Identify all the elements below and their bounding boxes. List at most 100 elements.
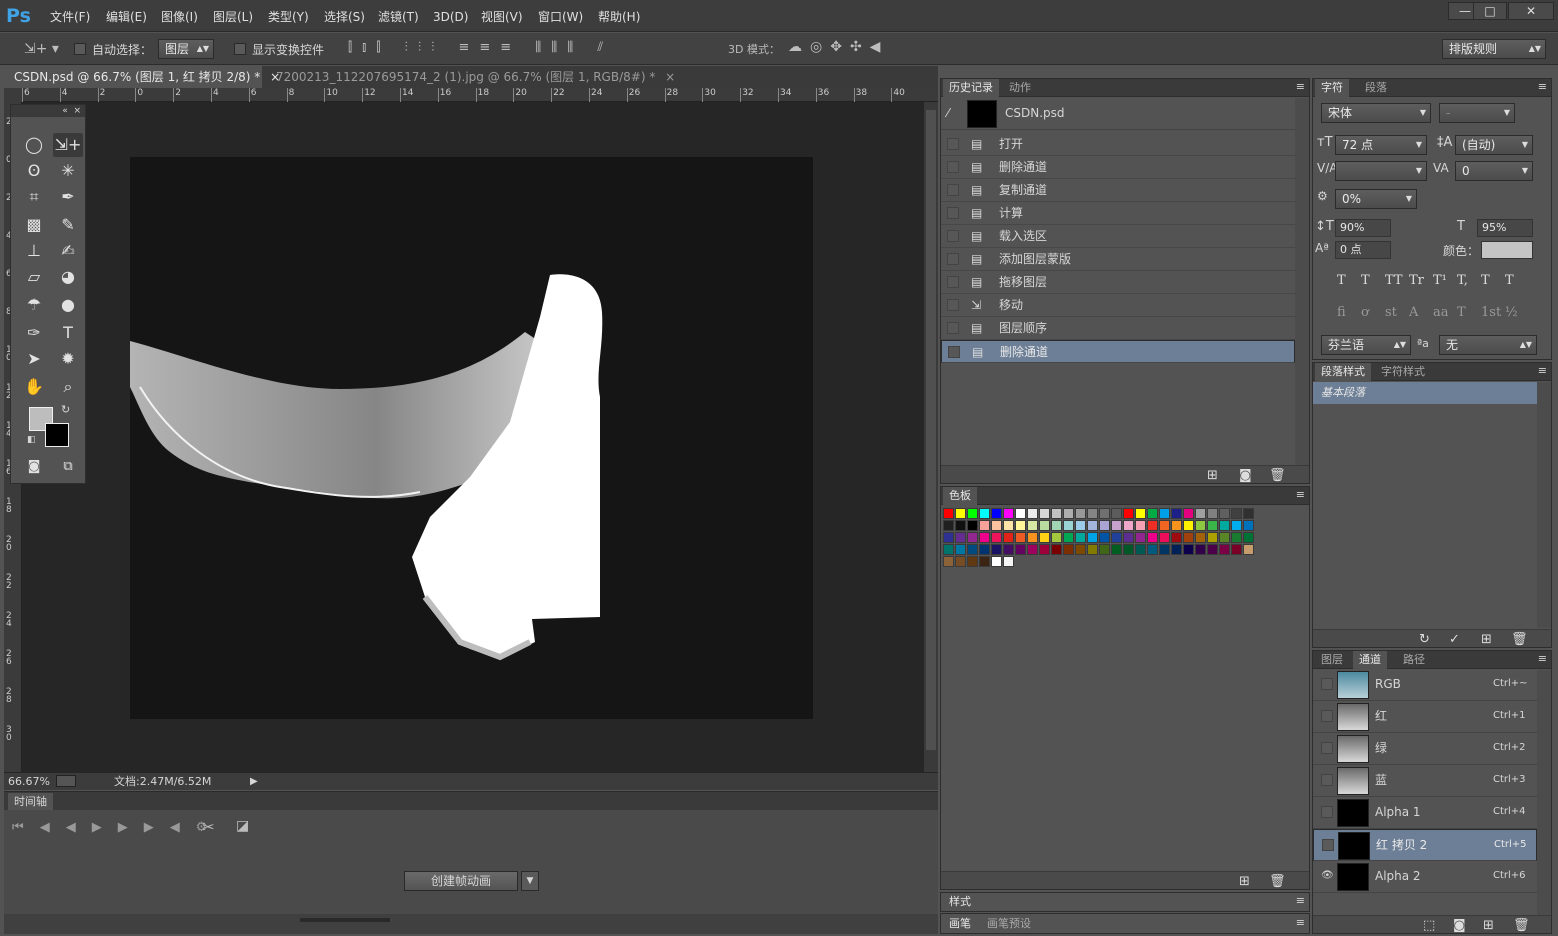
history-checkbox[interactable] [947, 230, 959, 242]
menu-select[interactable]: 选择(S) [324, 8, 365, 26]
color-swatch[interactable] [967, 520, 978, 531]
history-item[interactable]: ▤ 添加图层蒙版 [941, 248, 1295, 271]
color-swatch[interactable] [1231, 508, 1242, 519]
type-style-button[interactable]: T [1337, 273, 1346, 288]
maximize-button[interactable]: □ [1473, 2, 1507, 20]
vertical-scale-field[interactable]: 90% [1335, 219, 1391, 237]
color-swatch[interactable] [1051, 544, 1062, 555]
type-style-button[interactable]: T¹ [1433, 273, 1447, 288]
panel-menu-icon[interactable]: ≡ [1296, 80, 1305, 93]
color-swatch[interactable] [1207, 532, 1218, 543]
color-swatch[interactable] [1123, 520, 1134, 531]
color-swatch[interactable] [1183, 520, 1194, 531]
color-swatch[interactable] [1099, 544, 1110, 555]
color-swatch[interactable] [1039, 508, 1050, 519]
tab-brush[interactable]: 画笔 [943, 915, 977, 933]
color-swatch[interactable] [967, 544, 978, 555]
channel-row[interactable]: 红 Ctrl+1 [1313, 701, 1537, 733]
color-swatch[interactable] [991, 544, 1002, 555]
brush-source-icon[interactable]: ⁄ [947, 106, 949, 120]
opentype-button[interactable]: st [1385, 305, 1397, 320]
create-frame-animation-button[interactable]: 创建帧动画 [404, 871, 518, 891]
opentype-button[interactable]: T [1457, 305, 1466, 320]
eyedropper-tool-icon[interactable]: ✒ [53, 185, 83, 209]
scissors-icon[interactable]: ✂ [202, 818, 215, 836]
text-color-swatch[interactable] [1481, 241, 1533, 259]
type-style-button[interactable]: T [1361, 273, 1370, 288]
color-swatch[interactable] [1171, 520, 1182, 531]
tab-character[interactable]: 字符 [1315, 79, 1349, 97]
language-dropdown[interactable]: 芬兰语 ▲▼ [1321, 335, 1411, 355]
font-family-dropdown[interactable]: 宋体 ▼ [1321, 103, 1431, 123]
opentype-button[interactable]: 1st [1481, 305, 1501, 320]
menu-3d[interactable]: 3D(D) [433, 8, 468, 26]
shape-tool-icon[interactable]: ✹ [53, 347, 83, 371]
visibility-toggle[interactable] [1321, 678, 1333, 690]
font-size-field[interactable]: 72 点 ▼ [1335, 135, 1427, 155]
pen-tool-icon[interactable]: ✑ [19, 321, 49, 345]
sharing-icon[interactable] [56, 775, 76, 787]
crop-tool-icon[interactable]: ⌗ [19, 185, 49, 209]
baseline-field[interactable]: 0 点 [1335, 241, 1391, 259]
tab-csdn-psd[interactable]: CSDN.psd @ 66.7% (图层 1, 红 拷贝 2/8) * × [0, 66, 280, 88]
color-swatch[interactable] [1087, 532, 1098, 543]
color-swatch[interactable] [1087, 520, 1098, 531]
timeline-controls[interactable]: ⏮◀◀▶▶▶◀⚙ [12, 820, 223, 835]
history-brush-tool-icon[interactable]: ✍ [53, 239, 83, 263]
color-swatch[interactable] [943, 532, 954, 543]
channel-row[interactable]: 👁 Alpha 2 Ctrl+6 [1313, 861, 1537, 893]
color-swatch[interactable] [979, 508, 990, 519]
color-swatch[interactable] [1135, 532, 1146, 543]
menu-help[interactable]: 帮助(H) [598, 8, 640, 26]
color-swatch[interactable] [1219, 544, 1230, 555]
check-icon[interactable]: ✓ [1449, 632, 1460, 647]
camera-icon[interactable]: ◙ [1239, 468, 1252, 483]
auto-select-dropdown[interactable]: 图层 ▲▼ [158, 39, 214, 59]
magic-wand-tool-icon[interactable]: ✳ [53, 159, 83, 183]
color-swatch[interactable] [991, 520, 1002, 531]
color-swatch[interactable] [1207, 544, 1218, 555]
color-swatch[interactable] [1219, 532, 1230, 543]
chevron-down-icon[interactable]: ▼ [521, 871, 539, 891]
panel-menu-icon[interactable]: ≡ [1296, 894, 1305, 907]
type-style-button[interactable]: T [1481, 273, 1490, 288]
quick-mask-icon[interactable]: ◙ [19, 455, 49, 479]
document-canvas[interactable] [130, 157, 813, 719]
reset-icon[interactable]: ↻ [1419, 632, 1430, 647]
type-tool-icon[interactable]: T [53, 321, 83, 345]
color-swatch[interactable] [1147, 532, 1158, 543]
trash-icon[interactable]: 🗑 [1269, 874, 1286, 889]
channel-row[interactable]: RGB Ctrl+~ [1313, 669, 1537, 701]
color-swatch[interactable] [1063, 520, 1074, 531]
color-swatch[interactable] [1123, 532, 1134, 543]
color-swatch[interactable] [1195, 508, 1206, 519]
color-swatch[interactable] [1015, 544, 1026, 555]
visibility-toggle[interactable] [1321, 742, 1333, 754]
close-window-button[interactable]: ✕ [1508, 2, 1554, 20]
history-item[interactable]: ▤ 删除通道 [941, 340, 1295, 363]
color-swatch[interactable] [967, 532, 978, 543]
new-channel-icon[interactable]: ⊞ [1483, 918, 1494, 933]
tab-actions[interactable]: 动作 [1003, 79, 1037, 97]
type-style-button[interactable]: Tr [1409, 273, 1424, 288]
hand-tool-icon[interactable]: ✋ [19, 375, 49, 399]
zoom-tool-icon[interactable]: ⌕ [53, 375, 83, 399]
clone-stamp-tool-icon[interactable]: ⊥ [19, 239, 49, 263]
color-swatch[interactable] [1027, 508, 1038, 519]
show-transform-checkbox[interactable] [234, 43, 246, 55]
color-swatch[interactable] [1147, 544, 1158, 555]
color-swatch[interactable] [1219, 508, 1230, 519]
color-swatch[interactable] [1003, 508, 1014, 519]
scroll-thumb[interactable] [926, 110, 936, 750]
color-swatch[interactable] [1087, 544, 1098, 555]
tab-swatches[interactable]: 色板 [943, 487, 977, 505]
trash-icon[interactable]: 🗑 [1511, 632, 1528, 647]
tab-character-styles[interactable]: 字符样式 [1375, 363, 1431, 381]
color-swatch[interactable] [967, 508, 978, 519]
path-selection-tool-icon[interactable]: ➤ [19, 347, 49, 371]
color-swatch[interactable] [1207, 508, 1218, 519]
history-item[interactable]: ⇲ 移动 [941, 294, 1295, 317]
color-swatch[interactable] [1063, 544, 1074, 555]
color-swatch[interactable] [955, 532, 966, 543]
opentype-button[interactable]: aa [1433, 305, 1449, 320]
